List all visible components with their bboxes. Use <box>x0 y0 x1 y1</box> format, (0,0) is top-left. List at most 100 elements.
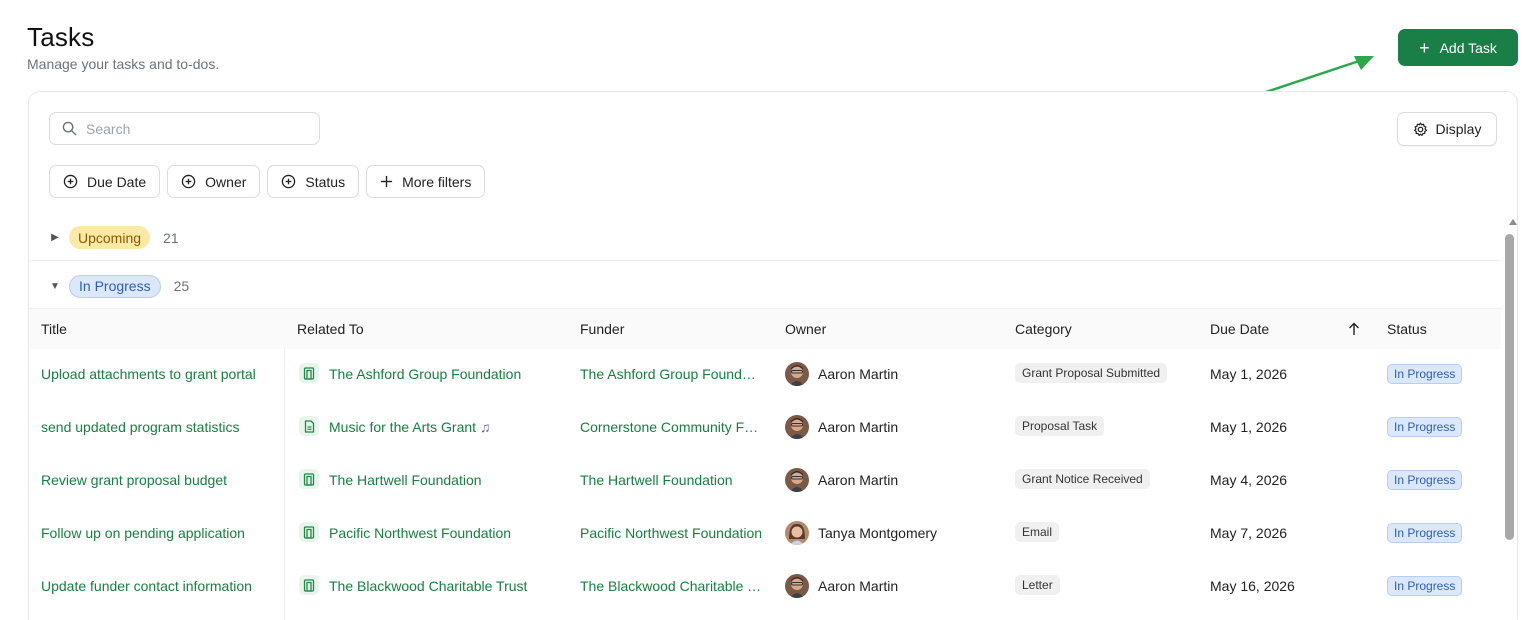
group-upcoming-header[interactable]: ▶ Upcoming 21 <box>29 215 1501 261</box>
column-header-owner[interactable]: Owner <box>785 321 826 337</box>
column-header-title[interactable]: Title <box>41 321 67 337</box>
filter-bar: Due Date Owner Status More filters <box>49 165 486 198</box>
table-body: Upload attachments to grant portal The As… <box>29 349 1501 614</box>
category-badge: Proposal Task <box>1015 416 1105 436</box>
status-badge: In Progress <box>1387 470 1463 490</box>
funder-link[interactable]: The Ashford Group Foundation <box>580 366 763 382</box>
column-header-due-date[interactable]: Due Date <box>1210 321 1269 337</box>
add-task-label: Add Task <box>1439 39 1497 56</box>
task-title-link[interactable]: send updated program statistics <box>41 419 273 435</box>
caret-down-icon[interactable]: ▼ <box>50 281 60 292</box>
related-to-label: Music for the Arts Grant <box>329 419 477 435</box>
column-header-status[interactable]: Status <box>1387 321 1427 337</box>
category-badge: Letter <box>1015 575 1060 595</box>
building-icon <box>299 522 319 542</box>
related-to-link[interactable]: The Ashford Group Foundation <box>329 366 564 382</box>
table-header: Title Related To Funder Owner Category D… <box>29 308 1501 349</box>
table-row[interactable]: Follow up on pending application Pacific … <box>29 508 1501 561</box>
status-badge: In Progress <box>1387 576 1463 596</box>
column-header-funder[interactable]: Funder <box>580 321 624 337</box>
filter-owner[interactable]: Owner <box>167 165 261 198</box>
status-badge: In Progress <box>1387 417 1463 437</box>
group-upcoming-badge: Upcoming <box>69 226 151 249</box>
add-task-button[interactable]: + Add Task <box>1398 29 1518 66</box>
search-input[interactable] <box>86 120 286 137</box>
due-date: May 1, 2026 <box>1210 366 1288 382</box>
related-to-label: The Blackwood Charitable Trust <box>329 578 528 594</box>
task-title-link[interactable]: Upload attachments to grant portal <box>41 366 273 382</box>
due-date: May 16, 2026 <box>1210 578 1295 594</box>
scroll-up-arrow-icon[interactable] <box>1509 219 1517 225</box>
filter-label: Due Date <box>87 173 147 190</box>
circle-plus-icon <box>181 174 196 189</box>
column-header-category[interactable]: Category <box>1015 321 1072 337</box>
avatar <box>785 468 809 492</box>
building-icon <box>299 469 319 489</box>
due-date: May 4, 2026 <box>1210 472 1288 488</box>
avatar <box>785 362 809 386</box>
filter-label: Owner <box>205 173 247 190</box>
due-date: May 1, 2026 <box>1210 419 1288 435</box>
related-to-label: The Ashford Group Foundation <box>329 366 522 382</box>
table-row[interactable]: Update funder contact information The Bla… <box>29 561 1501 614</box>
due-date: May 7, 2026 <box>1210 525 1288 541</box>
caret-right-icon[interactable]: ▶ <box>50 232 60 243</box>
funder-link[interactable]: The Hartwell Foundation <box>580 472 763 488</box>
group-in-progress-count: 25 <box>173 278 190 294</box>
related-to-label: Pacific Northwest Foundation <box>329 525 512 541</box>
status-badge: In Progress <box>1387 364 1463 384</box>
avatar <box>785 574 809 598</box>
document-icon <box>299 416 319 436</box>
display-button[interactable]: Display <box>1397 112 1497 146</box>
gear-icon <box>1413 122 1427 136</box>
table-row[interactable]: send updated program statistics Music for… <box>29 402 1501 455</box>
search-icon <box>62 121 77 136</box>
search-box[interactable] <box>49 112 320 145</box>
filter-label: More filters <box>402 173 472 190</box>
avatar <box>785 521 809 545</box>
category-badge: Grant Proposal Submitted <box>1015 363 1168 383</box>
filter-status[interactable]: Status <box>267 165 360 198</box>
funder-link[interactable]: Cornerstone Community Foundation <box>580 419 763 435</box>
filter-due-date[interactable]: Due Date <box>49 165 161 198</box>
related-to-link[interactable]: Pacific Northwest Foundation <box>329 525 564 541</box>
group-upcoming-count: 21 <box>163 229 179 246</box>
owner-name: Tanya Montgomery <box>818 525 938 541</box>
plus-icon: + <box>1419 37 1430 58</box>
display-label: Display <box>1435 121 1482 137</box>
related-to-label: The Hartwell Foundation <box>329 472 482 488</box>
related-to-link[interactable]: The Hartwell Foundation <box>329 472 564 488</box>
table-row[interactable]: Review grant proposal budget The Hartwell… <box>29 455 1501 508</box>
filter-label: Status <box>305 173 346 190</box>
plus-icon <box>381 175 393 188</box>
tasks-table: Title Related To Funder Owner Category D… <box>29 308 1501 614</box>
circle-plus-icon <box>282 174 296 189</box>
page-subtitle: Manage your tasks and to-dos. <box>27 56 220 72</box>
related-to-link[interactable]: Music for the Arts Grant ♫ <box>329 419 564 435</box>
category-badge: Email <box>1015 522 1060 542</box>
task-title-link[interactable]: Update funder contact information <box>41 578 273 594</box>
status-badge: In Progress <box>1387 523 1463 543</box>
category-badge: Grant Notice Received <box>1015 469 1150 489</box>
column-header-related-to[interactable]: Related To <box>297 321 364 337</box>
table-row[interactable]: Upload attachments to grant portal The As… <box>29 349 1501 402</box>
funder-link[interactable]: The Blackwood Charitable Trust <box>580 578 763 594</box>
owner-name: Aaron Martin <box>818 578 899 594</box>
related-to-link[interactable]: The Blackwood Charitable Trust <box>329 578 564 594</box>
building-icon <box>299 575 319 595</box>
music-note-icon: ♫ <box>479 419 491 435</box>
sort-arrow-up-icon[interactable] <box>1348 322 1360 336</box>
owner-name: Aaron Martin <box>818 366 899 382</box>
more-filters-button[interactable]: More filters <box>366 165 486 198</box>
circle-plus-icon <box>63 174 78 189</box>
funder-link[interactable]: Pacific Northwest Foundation <box>580 525 763 541</box>
building-icon <box>299 363 319 383</box>
task-title-link[interactable]: Follow up on pending application <box>41 525 273 541</box>
owner-name: Aaron Martin <box>818 472 899 488</box>
page-title: Tasks <box>27 22 95 52</box>
owner-name: Aaron Martin <box>818 419 899 435</box>
group-in-progress-header[interactable]: ▼ In Progress 25 <box>29 263 1501 309</box>
scrollbar-thumb[interactable] <box>1505 234 1514 540</box>
group-in-progress-badge: In Progress <box>69 274 161 298</box>
task-title-link[interactable]: Review grant proposal budget <box>41 472 273 488</box>
